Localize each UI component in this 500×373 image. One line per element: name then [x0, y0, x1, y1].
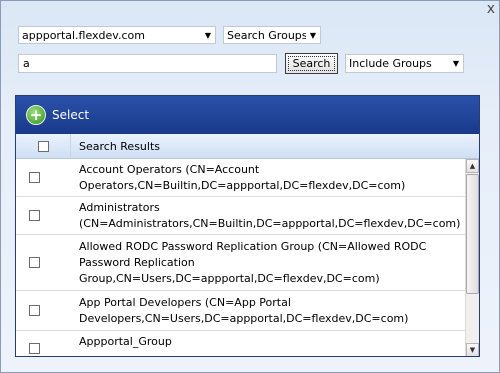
list-item-label: Appportal_Group — [79, 335, 172, 348]
results-list: Account Operators (CN=Account Operators,… — [16, 159, 479, 356]
select-groups-dialog: x appportal.flexdev.com ▼ Search Groups … — [0, 0, 500, 373]
add-icon[interactable]: + — [26, 105, 46, 125]
list-item-label: Allowed RODC Password Replication Group … — [79, 239, 427, 285]
list-item-label: Administrators (CN=Administrators,CN=Bui… — [79, 200, 461, 230]
domain-value: appportal.flexdev.com — [22, 28, 145, 42]
search-button[interactable]: Search — [285, 53, 338, 74]
select-all-cell — [16, 140, 70, 152]
select-all-checkbox[interactable] — [37, 140, 49, 152]
scroll-up-icon[interactable]: ▲ — [466, 159, 479, 173]
scrollbar-thumb[interactable] — [466, 174, 479, 294]
include-groups-value: Include Groups — [349, 57, 432, 70]
results-panel: + Select Search Results Account Operator… — [15, 95, 480, 357]
list-item[interactable]: Account Operators (CN=Account Operators,… — [16, 159, 466, 197]
scroll-down-icon[interactable]: ▼ — [466, 343, 479, 356]
list-item[interactable]: Allowed RODC Password Replication Group … — [16, 235, 466, 291]
search-input-value: a — [23, 57, 30, 70]
list-item[interactable]: Administrators (CN=Administrators,CN=Bui… — [16, 197, 466, 235]
list-item-label: Account Operators (CN=Account Operators,… — [79, 162, 406, 192]
chevron-down-icon: ▼ — [204, 30, 212, 40]
list-item[interactable]: Appportal_Group — [16, 331, 466, 356]
chevron-down-icon: ▼ — [452, 59, 460, 68]
row-checkbox[interactable] — [29, 305, 40, 316]
search-scope-dropdown[interactable]: Search Groups ▼ — [223, 26, 321, 44]
list-item[interactable]: App Portal Developers (CN=App Portal Dev… — [16, 291, 466, 331]
search-scope-value: Search Groups — [227, 28, 306, 42]
row-checkbox[interactable] — [29, 257, 40, 268]
list-item-label: App Portal Developers (CN=App Portal Dev… — [79, 295, 409, 325]
row-checkbox[interactable] — [29, 172, 40, 183]
select-button[interactable]: Select — [52, 108, 89, 122]
domain-dropdown[interactable]: appportal.flexdev.com ▼ — [18, 26, 216, 44]
chevron-down-icon: ▼ — [309, 30, 317, 40]
results-toolbar: + Select — [16, 96, 479, 134]
search-input[interactable]: a — [18, 54, 277, 73]
include-groups-dropdown[interactable]: Include Groups ▼ — [345, 54, 464, 73]
row-checkbox[interactable] — [29, 210, 40, 221]
search-button-label: Search — [287, 56, 336, 71]
row-checkbox[interactable] — [29, 343, 40, 354]
results-header: Search Results — [16, 134, 479, 159]
results-scrollbar[interactable]: ▲ ▼ — [465, 159, 479, 356]
search-results-column-header[interactable]: Search Results — [70, 134, 479, 158]
close-icon[interactable]: x — [487, 2, 495, 16]
